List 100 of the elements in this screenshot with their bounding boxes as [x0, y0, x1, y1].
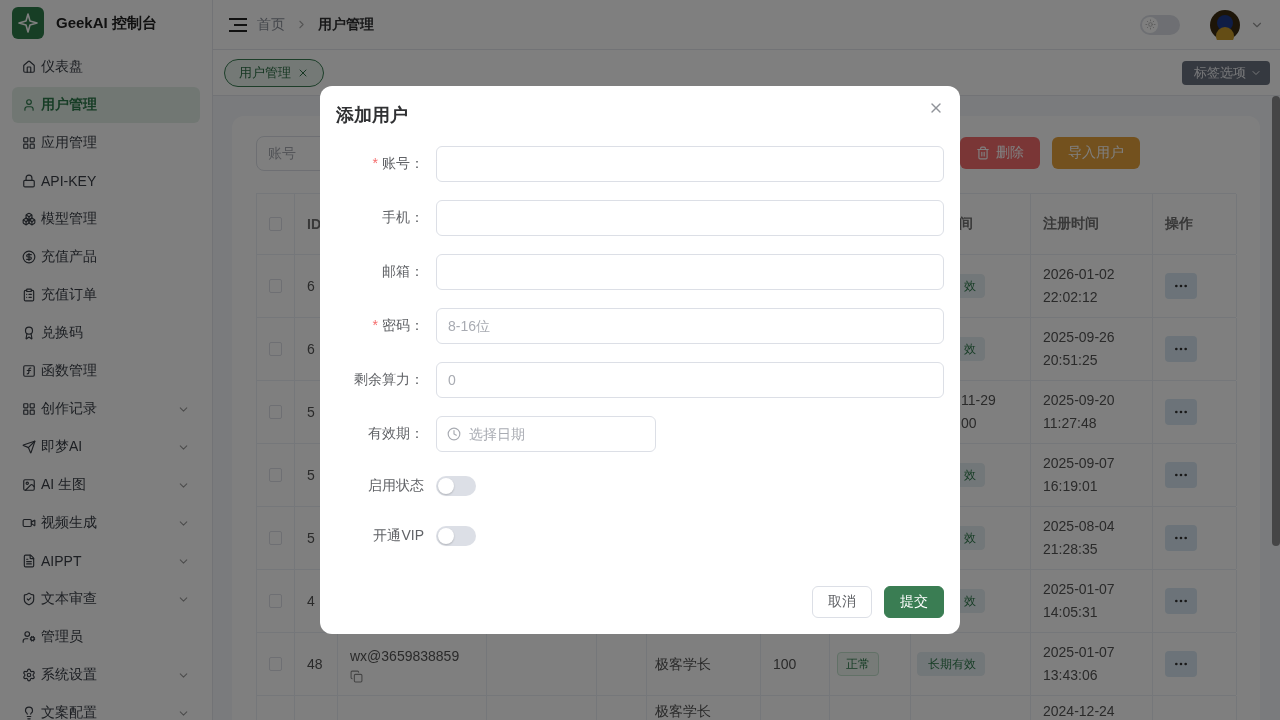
- brand-name: GeekAI 控制台: [56, 13, 157, 33]
- table-cell-text: 2025-09-26 20:51:25: [1043, 328, 1116, 370]
- copy-icon[interactable]: [350, 670, 363, 683]
- nav-item[interactable]: 用户管理: [12, 87, 200, 123]
- field-label: * 账号：: [371, 155, 424, 173]
- input-field[interactable]: [436, 146, 944, 182]
- nav-item[interactable]: 系统设置: [12, 657, 200, 693]
- table-cell-text: 48: [307, 654, 323, 674]
- date-field[interactable]: 选择日期: [436, 416, 656, 452]
- breadcrumb-item[interactable]: 用户管理: [318, 15, 374, 34]
- clock-icon: [447, 427, 461, 441]
- nav-item[interactable]: 模型管理: [12, 201, 200, 237]
- trash-icon: [976, 146, 990, 160]
- more-button[interactable]: [1165, 462, 1197, 488]
- nav-item[interactable]: 函数管理: [12, 353, 200, 389]
- toggle-switch[interactable]: [436, 476, 476, 496]
- table-cell-text: 极客学长: [655, 654, 711, 674]
- field-label: 启用状态: [367, 477, 424, 495]
- user-icon: [22, 630, 36, 644]
- toggle-switch[interactable]: [436, 526, 476, 546]
- more-button[interactable]: [1165, 588, 1197, 614]
- column-header: ID: [307, 216, 321, 232]
- field-label: 手机：: [381, 209, 424, 227]
- table-cell-text: 2026-01-02 22:02:12: [1043, 265, 1116, 307]
- dialog-title: 添加用户: [336, 104, 408, 127]
- logo-icon: [12, 7, 44, 39]
- field-label: 开通VIP: [372, 527, 424, 545]
- table-cell-text: 2025-09-07 16:19:01: [1043, 454, 1116, 496]
- grid-icon: [22, 136, 36, 150]
- table-cell-text: 6: [307, 339, 315, 359]
- paper-plane-icon: [22, 440, 36, 454]
- table-cell-text: 100: [773, 654, 797, 674]
- input-field[interactable]: 0: [436, 362, 944, 398]
- cancel-button[interactable]: 取消: [812, 586, 872, 618]
- nav-item[interactable]: 文本审查: [12, 581, 200, 617]
- table-cell-text: 2025-01-07 13:43:06: [1043, 643, 1116, 685]
- home-icon: [22, 60, 36, 74]
- more-button[interactable]: [1165, 525, 1197, 551]
- delete-button[interactable]: 删除: [960, 137, 1040, 169]
- table-cell-text: 2024-12-24: [1043, 702, 1115, 720]
- function-icon: [22, 364, 36, 378]
- column-header: 间: [959, 215, 973, 233]
- nav-item[interactable]: AIPPT: [12, 543, 200, 579]
- table-cell-text: 5: [307, 402, 315, 422]
- table-cell-text: 2025-01-07 14:05:31: [1043, 580, 1116, 622]
- column-header: 注册时间: [1043, 215, 1099, 233]
- nav-item[interactable]: API-KEY: [12, 163, 200, 199]
- field-label: * 密码：: [371, 317, 424, 335]
- nav-item[interactable]: 视频生成: [12, 505, 200, 541]
- field-label: 邮箱：: [381, 263, 424, 281]
- nav-item[interactable]: 文案配置: [12, 695, 200, 720]
- tab[interactable]: 用户管理: [224, 58, 324, 87]
- nav-item[interactable]: 应用管理: [12, 125, 200, 161]
- theme-switch[interactable]: [1140, 14, 1180, 35]
- field-label: 剩余算力：: [353, 371, 424, 389]
- input-field[interactable]: [436, 200, 944, 236]
- table-cell-text: 2025-08-04 21:28:35: [1043, 517, 1116, 559]
- table-cell-text: wx@3659838859: [350, 647, 460, 666]
- more-button[interactable]: [1165, 651, 1197, 677]
- column-header: 操作: [1165, 215, 1193, 233]
- medal-icon: [22, 326, 36, 340]
- table-cell-text: 5: [307, 528, 315, 548]
- menu-icon[interactable]: [229, 17, 247, 32]
- nav-item[interactable]: 兑换码: [12, 315, 200, 351]
- image-icon: [22, 478, 36, 492]
- table-cell-text: 5: [307, 465, 315, 485]
- shield-icon: [22, 592, 36, 606]
- table-cell-text: 2025-09-20 11:27:48: [1043, 391, 1116, 433]
- nav-item[interactable]: 创作记录: [12, 391, 200, 427]
- nav-item[interactable]: 仪表盘: [12, 49, 200, 85]
- clipboard-icon: [22, 288, 36, 302]
- status-tag: 正常: [837, 652, 879, 676]
- breadcrumb-item[interactable]: 首页: [257, 15, 285, 34]
- input-field[interactable]: 8-16位: [436, 308, 944, 344]
- user-icon: [22, 98, 36, 112]
- video-icon: [22, 516, 36, 530]
- document-icon: [22, 554, 36, 568]
- nav-item[interactable]: 管理员: [12, 619, 200, 655]
- submit-button[interactable]: 提交: [884, 586, 944, 618]
- table-cell-text: 极客学长: [655, 702, 711, 720]
- date-text: 11-29 00: [961, 391, 996, 433]
- lock-icon: [22, 174, 36, 188]
- input-field[interactable]: [436, 254, 944, 290]
- grid-icon: [22, 402, 36, 416]
- more-button[interactable]: [1165, 399, 1197, 425]
- more-button[interactable]: [1165, 273, 1197, 299]
- nav-item[interactable]: 即梦AI: [12, 429, 200, 465]
- sun-icon: [1144, 19, 1156, 30]
- nav-item[interactable]: 充值订单: [12, 277, 200, 313]
- avatar[interactable]: [1210, 9, 1240, 40]
- tag: 长期有效: [917, 652, 985, 676]
- more-button[interactable]: [1165, 336, 1197, 362]
- nav-item[interactable]: 充值产品: [12, 239, 200, 275]
- dollar-icon: [22, 250, 36, 264]
- table-cell-text: 4: [307, 591, 315, 611]
- nav-item[interactable]: AI 生图: [12, 467, 200, 503]
- field-label: 有效期：: [367, 425, 424, 443]
- lightbulb-icon: [22, 706, 36, 720]
- settings-icon: [22, 668, 36, 682]
- table-cell-text: 6: [307, 276, 315, 296]
